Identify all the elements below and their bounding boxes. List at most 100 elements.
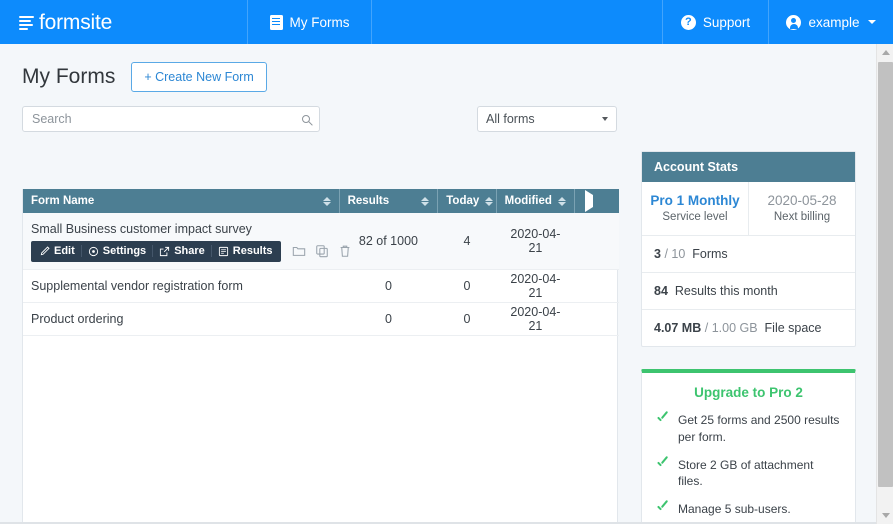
page-body: My Forms + Create New Form All forms (0, 44, 893, 524)
scrollbar-thumb[interactable] (878, 62, 893, 487)
upgrade-perk-item: Get 25 forms and 2500 results per form. (656, 412, 841, 446)
results-button[interactable]: Results (210, 245, 279, 258)
results-month-label: Results this month (674, 284, 778, 298)
form-name-link[interactable]: Product ordering (31, 312, 123, 326)
settings-button[interactable]: Settings (80, 245, 152, 258)
list-icon (218, 246, 228, 256)
copy-icon[interactable] (315, 244, 329, 258)
cell-modified: 2020-04-21 (496, 269, 575, 303)
forms-filter-wrapper: All forms (477, 106, 617, 132)
scroll-up-arrow-icon (881, 50, 890, 55)
upgrade-perk-text: Get 25 forms and 2500 results per form. (678, 413, 840, 444)
column-header-today[interactable]: Today (437, 189, 497, 213)
nav-item-support[interactable]: ? Support (663, 0, 769, 44)
search-input[interactable] (22, 106, 320, 132)
trash-icon[interactable] (338, 244, 352, 258)
column-header-actions[interactable] (574, 189, 619, 213)
page-header: My Forms + Create New Form (0, 44, 893, 92)
nav-item-my-forms[interactable]: My Forms (248, 0, 372, 44)
share-external-link-icon (160, 246, 170, 256)
account-stats-top-row: Pro 1 Monthly Service level 2020-05-28 N… (642, 182, 855, 236)
next-billing-label: Next billing (773, 211, 831, 223)
nav-account-label: example (808, 14, 860, 30)
table-row[interactable]: Product ordering 0 0 2020-04-21 (23, 302, 619, 336)
cell-modified: 2020-04-21 (496, 302, 575, 336)
pencil-icon (40, 246, 50, 256)
service-level-block: Pro 1 Monthly Service level (642, 182, 748, 235)
search-icon[interactable] (293, 107, 319, 131)
cell-form-name: Product ordering (23, 302, 340, 336)
cell-modified: 2020-04-21 (496, 213, 575, 270)
upgrade-card-title: Upgrade to Pro 2 (694, 385, 803, 400)
cell-results: 82 of 1000 (339, 213, 438, 270)
column-header-modified-label: Modified (504, 195, 552, 207)
column-header-results-label: Results (347, 195, 390, 207)
page-scrollbar[interactable] (876, 44, 893, 524)
scroll-up-button[interactable] (877, 44, 893, 61)
scroll-down-arrow-icon (881, 513, 890, 518)
upgrade-perk-text: Store 2 GB of attachment files. (678, 457, 814, 489)
chevron-down-icon (602, 117, 608, 121)
nav-item-account-menu[interactable]: example (769, 0, 893, 44)
cell-form-name: Small Business customer impact survey Ed… (23, 213, 349, 270)
nav-support-label: Support (702, 14, 751, 30)
share-button[interactable]: Share (152, 245, 211, 258)
column-header-form-name-label: Form Name (31, 195, 95, 207)
account-stats-card: Account Stats Pro 1 Monthly Service leve… (641, 151, 856, 347)
cell-form-name: Supplemental vendor registration form (23, 269, 340, 303)
forms-quota-row: 3 / 10 Forms (642, 236, 855, 273)
scroll-down-button[interactable] (877, 507, 893, 524)
cell-actions (574, 213, 619, 270)
cell-today: 4 (437, 213, 497, 270)
column-header-modified[interactable]: Modified (496, 189, 576, 213)
cell-results: 0 (339, 269, 438, 303)
forms-filter-selected-value: All forms (486, 112, 535, 126)
right-sidebar: Account Stats Pro 1 Monthly Service leve… (641, 151, 856, 524)
cell-today: 0 (437, 302, 497, 336)
next-billing-value: 2020-05-28 (767, 193, 837, 208)
form-name-link[interactable]: Supplemental vendor registration form (31, 279, 243, 293)
check-icon (656, 502, 669, 515)
gear-icon (88, 246, 98, 256)
upgrade-perk-item: Manage 5 sub-users. (656, 501, 841, 518)
brand-logo[interactable]: formsite (0, 0, 248, 44)
sort-toggle-icon[interactable] (421, 196, 430, 206)
file-space-used: 4.07 MB (654, 321, 702, 335)
sort-toggle-icon[interactable] (485, 196, 494, 206)
share-button-label: Share (174, 245, 205, 258)
table-row[interactable]: Small Business customer impact survey Ed… (23, 213, 619, 270)
forms-quota-label: Forms (692, 247, 728, 261)
form-name-link[interactable]: Small Business customer impact survey (31, 222, 331, 236)
column-header-form-name[interactable]: Form Name (23, 189, 340, 213)
table-row[interactable]: Supplemental vendor registration form 0 … (23, 269, 619, 303)
sort-toggle-icon[interactable] (558, 196, 567, 206)
results-month-row: 84 Results this month (642, 273, 855, 310)
check-icon (656, 413, 669, 426)
forms-table-head: Form Name Results Today Modified (23, 189, 619, 213)
service-level-label: Service level (662, 211, 728, 223)
chevron-down-icon (867, 20, 876, 24)
create-new-form-button[interactable]: + Create New Form (131, 62, 267, 92)
file-space-label: File space (764, 321, 822, 335)
filters-row: All forms (0, 92, 893, 132)
user-circle-icon (786, 14, 802, 30)
page-title: My Forms (22, 65, 116, 88)
folder-icon[interactable] (292, 244, 306, 258)
nav-spacer (372, 0, 663, 44)
forms-filter-select[interactable]: All forms (477, 106, 617, 132)
sort-toggle-icon[interactable] (322, 196, 331, 206)
top-navigation-bar: formsite My Forms ? Support example (0, 0, 893, 44)
question-circle-icon: ? (680, 14, 696, 30)
column-header-results[interactable]: Results (339, 189, 439, 213)
service-level-value[interactable]: Pro 1 Monthly (646, 193, 744, 208)
forms-total: 10 (671, 247, 686, 261)
forms-used: 3 (654, 247, 661, 261)
column-header-today-label: Today (446, 195, 480, 207)
cell-today: 0 (437, 269, 497, 303)
row-extra-icons (292, 244, 352, 258)
hamburger-logo-icon (19, 15, 34, 30)
file-space-row: 4.07 MB / 1.00 GB File space (642, 310, 855, 346)
play-triangle-icon[interactable] (585, 190, 594, 212)
next-billing-block: 2020-05-28 Next billing (748, 182, 855, 235)
edit-button[interactable]: Edit (33, 245, 81, 257)
